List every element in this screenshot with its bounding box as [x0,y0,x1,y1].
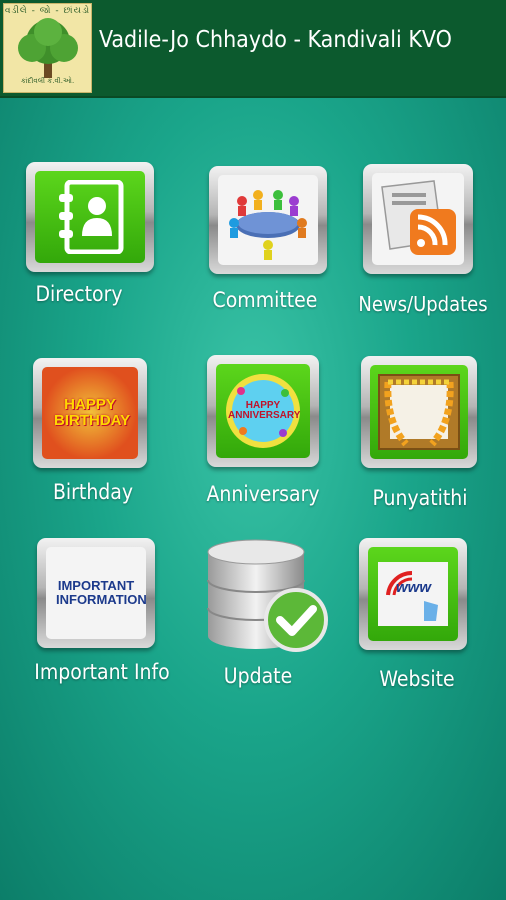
website-button[interactable]: www [359,538,467,650]
important-info-label[interactable]: Important Info [34,660,169,684]
meeting-icon [229,190,307,260]
logo-bottom-text: કાંદીવલી ક.વી.ઓ. [20,77,75,85]
app-header: વડીલે - જો - છાંયડો કાંદીવલી ક.વી.ઓ. Vad… [0,0,506,98]
news-updates-button[interactable] [363,164,473,274]
birthday-label[interactable]: Birthday [53,480,133,504]
app-title: Vadile-Jo Chhaydo - Kandivali KVO [99,27,452,53]
committee-label[interactable]: Committee [213,288,318,312]
newspaper-rss-icon [381,180,456,255]
important-information-icon: IMPORTANT INFORMATION [56,578,146,607]
update-label[interactable]: Update [224,664,292,688]
anniversary-text: HAPPY ANNIVERSARY [228,399,301,421]
directory-label[interactable]: Directory [35,282,122,306]
website-label[interactable]: Website [379,667,454,691]
garland-frame-icon [378,374,460,450]
committee-button[interactable] [209,166,327,274]
www-text: www [396,579,432,596]
directory-button[interactable] [26,162,154,272]
birthday-button[interactable]: HAPPY BIRTHDAY [33,358,147,468]
address-book-icon [59,180,124,254]
anniversary-button[interactable]: HAPPY ANNIVERSARY [207,355,319,467]
important-info-button[interactable]: IMPORTANT INFORMATION [37,538,155,648]
database-check-icon [207,539,328,652]
news-updates-label[interactable]: News/Updates [358,292,487,316]
app-logo: વડીલે - જો - છાંયડો કાંદીવલી ક.વી.ઓ. [3,3,92,93]
punyatithi-button[interactable] [361,356,477,468]
birthday-icon: HAPPY BIRTHDAY [54,396,131,429]
update-button[interactable] [200,538,332,656]
anniversary-label[interactable]: Anniversary [206,482,319,506]
punyatithi-label[interactable]: Punyatithi [372,486,467,510]
